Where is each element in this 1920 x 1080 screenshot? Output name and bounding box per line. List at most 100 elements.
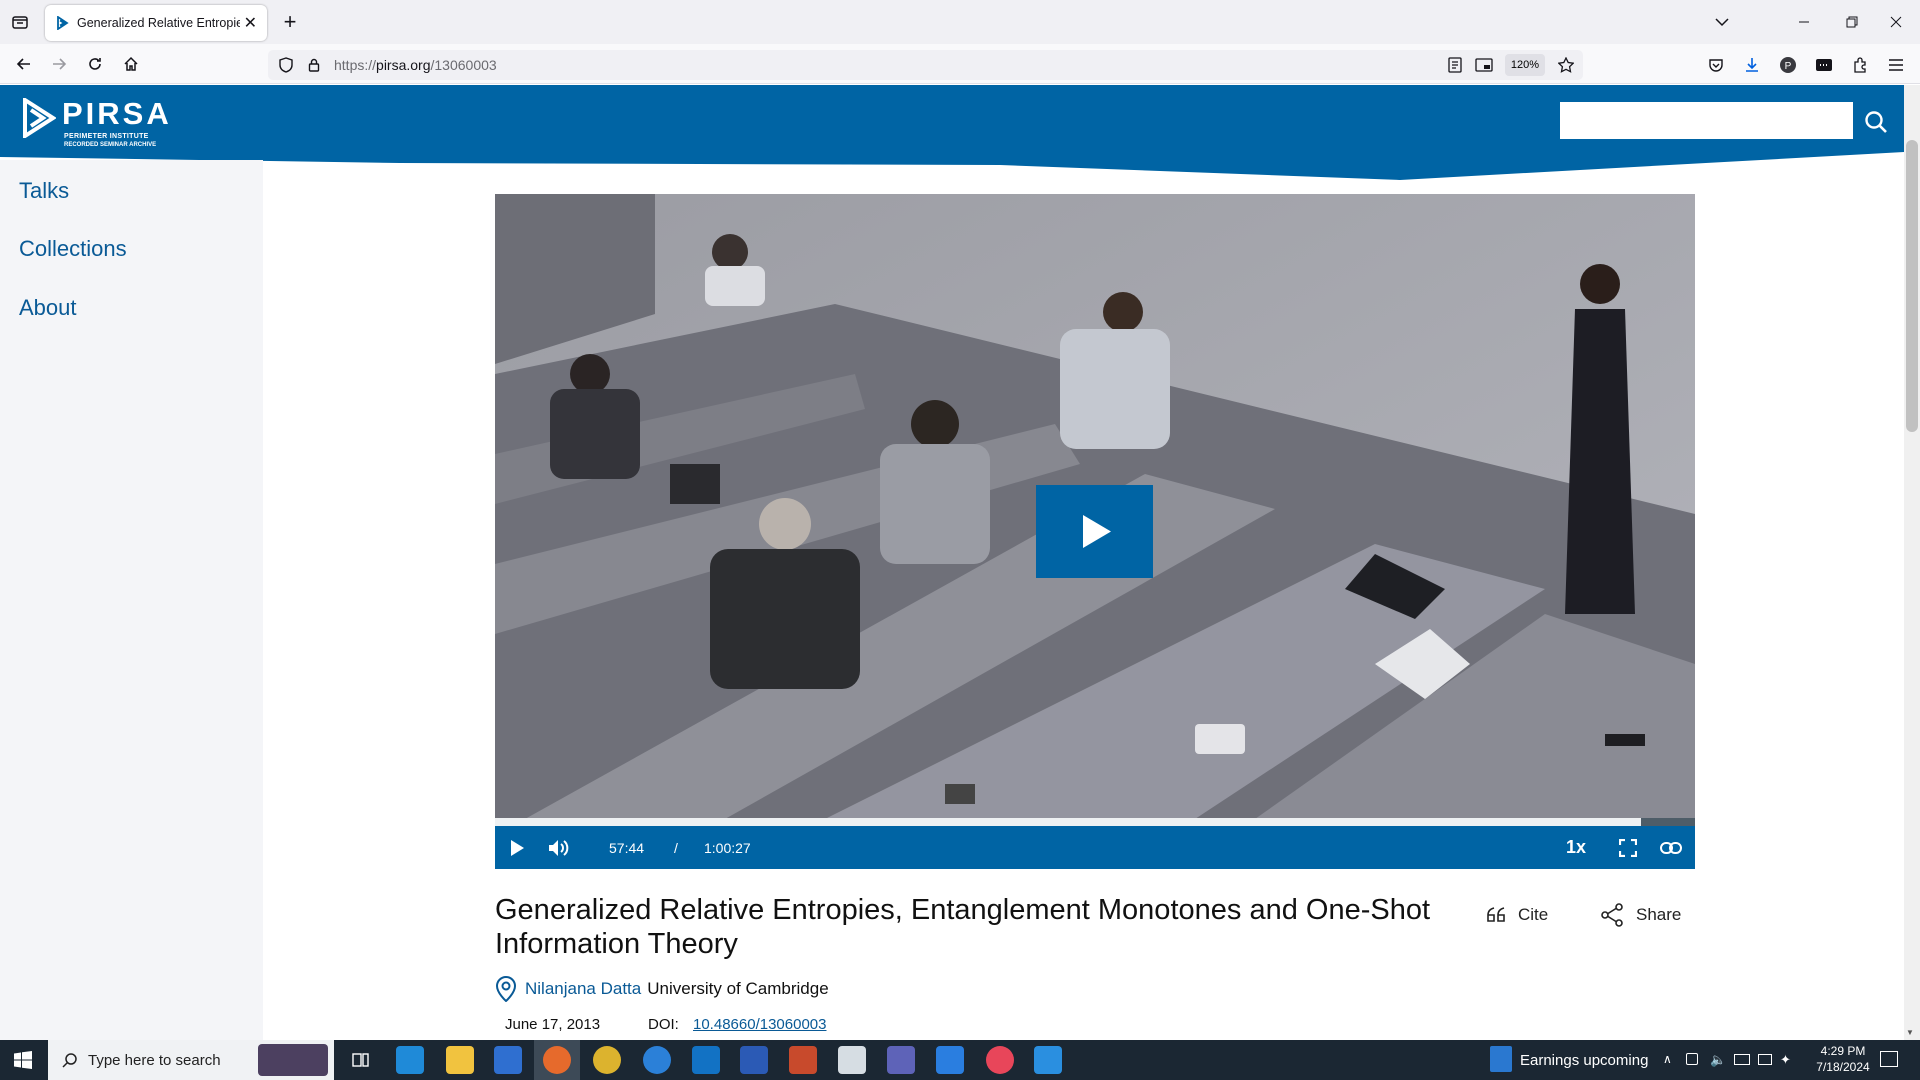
downloads-icon[interactable] — [1738, 51, 1766, 79]
close-window-icon[interactable] — [1882, 8, 1910, 36]
browser-app-icon[interactable] — [643, 1046, 671, 1074]
logo-text: PIRSA — [62, 96, 172, 131]
sidebar: Talks Collections About — [0, 160, 263, 1040]
slack-icon[interactable] — [986, 1046, 1014, 1074]
talk-title: Generalized Relative Entropies, Entangle… — [495, 894, 1431, 960]
pirsa-favicon-icon — [55, 16, 69, 30]
todo-checkmark-icon[interactable] — [936, 1046, 964, 1074]
password-manager-icon[interactable] — [1810, 51, 1838, 79]
news-widget-text[interactable]: Earnings upcoming — [1520, 1052, 1648, 1069]
clock-time: 4:29 PM — [1820, 1044, 1866, 1058]
browser-tab-active[interactable]: Generalized Relative Entropies, ✕ — [45, 5, 267, 41]
url-path: /13060003 — [430, 57, 497, 73]
edge-icon[interactable] — [396, 1046, 424, 1074]
minimize-window-icon[interactable] — [1790, 8, 1818, 36]
video-player[interactable] — [495, 194, 1695, 819]
microsoft-store-icon[interactable] — [494, 1046, 522, 1074]
picture-in-picture-icon[interactable] — [1470, 51, 1498, 79]
playback-speed-button[interactable]: 1x — [1566, 837, 1586, 858]
new-tab-icon[interactable]: + — [276, 8, 304, 36]
network-icon[interactable] — [1734, 1054, 1750, 1065]
reload-icon[interactable] — [81, 50, 109, 78]
quote-icon — [1486, 907, 1506, 923]
cite-label: Cite — [1518, 905, 1549, 924]
task-view-icon[interactable] — [346, 1046, 374, 1074]
share-button[interactable]: Share — [1600, 903, 1681, 927]
restore-window-icon[interactable] — [1838, 8, 1866, 36]
chrome-icon[interactable] — [593, 1046, 621, 1074]
talk-date: June 17, 2013 — [505, 1016, 601, 1033]
cite-button[interactable]: Cite — [1486, 905, 1548, 925]
sidebar-item-collections[interactable]: Collections — [19, 236, 127, 262]
news-widget-icon[interactable] — [1490, 1046, 1512, 1072]
powerpoint-icon[interactable] — [789, 1046, 817, 1074]
extensions-puzzle-icon[interactable] — [1846, 51, 1874, 79]
svg-text:P: P — [1785, 61, 1792, 72]
pirsa-logo-play-icon — [23, 98, 56, 138]
doi-label: DOI: — [648, 1016, 679, 1033]
speaker-affiliation: University of Cambridge — [647, 979, 829, 998]
windows-start-icon[interactable] — [9, 1046, 37, 1074]
site-search-input[interactable] — [1560, 102, 1853, 139]
reader-view-icon[interactable] — [1441, 51, 1469, 79]
search-highlight-image-icon — [258, 1044, 328, 1076]
video-progress-fill — [495, 818, 1641, 826]
search-icon[interactable] — [1862, 108, 1890, 136]
clock-date: 7/18/2024 — [1816, 1060, 1870, 1074]
url-scheme: https:// — [334, 57, 377, 73]
fullscreen-icon[interactable] — [1614, 834, 1642, 862]
tracking-protection-shield-icon[interactable] — [272, 51, 300, 79]
pocket-icon[interactable] — [1702, 51, 1730, 79]
taskbar-search-box[interactable]: Type here to search — [48, 1040, 334, 1080]
speaker-link[interactable]: Nilanjana Datta — [525, 979, 641, 999]
word-icon[interactable] — [740, 1046, 768, 1074]
notification-center-icon[interactable] — [1880, 1051, 1898, 1067]
video-controls: 57:44 / 1:00:27 1x — [495, 826, 1695, 869]
current-time: 57:44 — [609, 840, 645, 856]
doi-link[interactable]: 10.48660/13060003 — [693, 1016, 826, 1033]
volume-icon[interactable] — [545, 834, 573, 862]
app-menu-icon[interactable] — [1882, 51, 1910, 79]
teams-icon[interactable] — [887, 1046, 915, 1074]
display-icon[interactable] — [1758, 1054, 1772, 1065]
file-explorer-icon[interactable] — [446, 1046, 474, 1074]
tab-overview-icon[interactable] — [6, 8, 34, 36]
account-avatar-icon[interactable]: P — [1774, 51, 1802, 79]
logo-subtitle-2: RECORDED SEMINAR ARCHIVE — [64, 142, 157, 148]
play-button[interactable] — [503, 834, 531, 862]
show-hidden-icons-chevron-icon[interactable]: ∧ — [1663, 1052, 1672, 1066]
page-scrollbar-thumb[interactable] — [1906, 140, 1918, 432]
photos-app-icon[interactable] — [1034, 1046, 1062, 1074]
tab-close-icon[interactable]: ✕ — [244, 13, 257, 33]
snipping-tool-icon[interactable] — [838, 1046, 866, 1074]
firefox-icon[interactable] — [543, 1046, 571, 1074]
copy-link-icon[interactable] — [1657, 834, 1685, 862]
speaker-row: Nilanjana Datta University of Cambridge — [495, 976, 829, 1002]
big-play-button[interactable] — [1036, 485, 1153, 578]
list-all-tabs-chevron-icon[interactable] — [1708, 8, 1736, 36]
outlook-icon[interactable] — [692, 1046, 720, 1074]
time-separator: / — [674, 840, 678, 856]
pirsa-logo[interactable]: PIRSA PERIMETER INSTITUTE RECORDED SEMIN… — [20, 96, 180, 152]
share-icon — [1600, 903, 1624, 927]
zoom-level-badge[interactable]: 120% — [1505, 54, 1545, 76]
video-progress-bar[interactable] — [495, 818, 1695, 826]
url-host: pirsa.org — [376, 57, 431, 73]
scroll-down-arrow-icon[interactable]: ▼ — [1906, 1028, 1914, 1037]
sidebar-item-talks[interactable]: Talks — [19, 178, 69, 204]
bookmark-star-icon[interactable] — [1552, 51, 1580, 79]
address-bar[interactable]: https://pirsa.org/13060003 — [268, 50, 1583, 80]
sidebar-item-about[interactable]: About — [19, 295, 77, 321]
taskbar-search-icon — [56, 1046, 84, 1074]
forward-icon[interactable] — [45, 50, 73, 78]
back-icon[interactable] — [10, 50, 38, 78]
home-icon[interactable] — [117, 50, 145, 78]
duration: 1:00:27 — [704, 840, 751, 856]
tab-title: Generalized Relative Entropies, — [77, 16, 240, 30]
system-tray-app-icon[interactable] — [1686, 1053, 1698, 1065]
speaker-volume-icon[interactable]: 🔈 — [1710, 1052, 1726, 1068]
dropbox-icon[interactable]: ✦ — [1780, 1052, 1791, 1068]
play-icon — [1083, 515, 1111, 548]
lock-icon[interactable] — [300, 51, 328, 79]
taskbar-clock[interactable]: 4:29 PM 7/18/2024 — [1808, 1043, 1878, 1075]
